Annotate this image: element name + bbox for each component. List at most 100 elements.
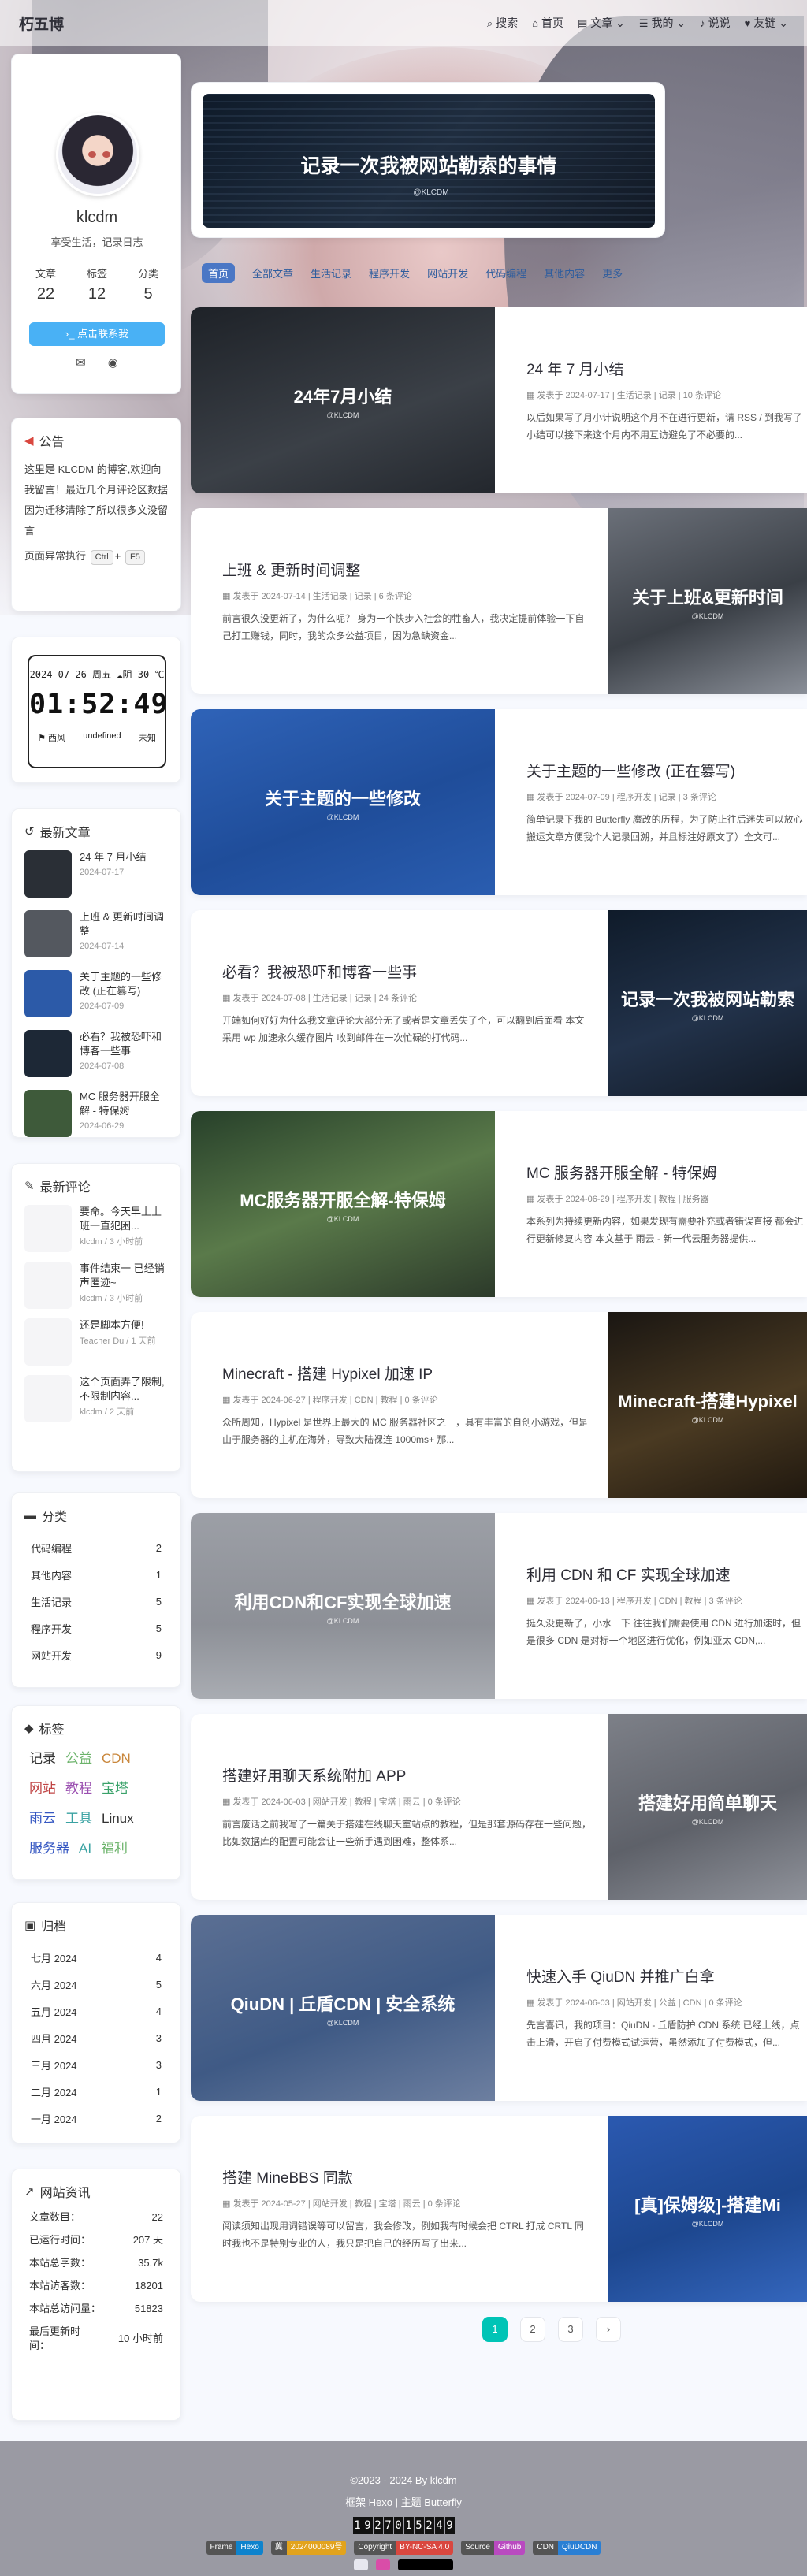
post-title[interactable]: 利用 CDN 和 CF 实现全球加速 (526, 1563, 807, 1585)
tag-item[interactable]: 记录 (29, 1747, 56, 1771)
tag-item[interactable]: 宝塔 (102, 1777, 128, 1801)
post-cover-image[interactable]: 记录一次我被网站勒索 @KLCDM (608, 910, 807, 1096)
post-cover-image[interactable]: QiuDN | 丘盾CDN | 安全系统 @KLCDM (191, 1915, 495, 2101)
post-title[interactable]: MC 服务器开服全解 - 特保姆 (526, 1162, 807, 1183)
tab-other[interactable]: 其他内容 (544, 266, 585, 281)
archive-item[interactable]: 五月 2024 4 (24, 1998, 168, 2024)
tab-more[interactable]: 更多 (602, 266, 623, 281)
site-brand[interactable]: 朽五博 (19, 13, 64, 34)
recent-post-item[interactable]: 24 年 7 月小结 2024-07-17 (24, 850, 168, 901)
tag-item[interactable]: 网站 (29, 1777, 56, 1801)
tag-item[interactable]: Linux (102, 1807, 134, 1831)
recent-post-item[interactable]: 关于主题的一些修改 (正在篡写) 2024-07-09 (24, 970, 168, 1020)
post-title[interactable]: 关于主题的一些修改 (正在篡写) (526, 760, 807, 781)
recent-post-item[interactable]: 必看？我被恐吓和博客一些事 2024-07-08 (24, 1030, 168, 1080)
tab-home[interactable]: 首页 (202, 263, 236, 283)
page-2[interactable]: 2 (520, 2317, 545, 2342)
tag-item[interactable]: 服务器 (29, 1837, 69, 1860)
post-cover-image[interactable]: Minecraft-搭建Hypixel @KLCDM (608, 1312, 807, 1498)
tag-item[interactable]: 雨云 (29, 1807, 56, 1831)
category-item[interactable]: 程序开发 5 (24, 1615, 168, 1641)
category-item[interactable]: 网站开发 9 (24, 1641, 168, 1668)
post-cover-image[interactable]: 搭建好用简单聊天 @KLCDM (608, 1714, 807, 1900)
footer-badge[interactable]: Source Github (461, 2541, 526, 2555)
comment-item[interactable]: 这个页面弄了限制,不限制内容... klcdm / 2 天前 (24, 1375, 168, 1422)
avatar[interactable] (56, 113, 139, 196)
footer-badge[interactable]: Copyright BY-NC-SA 4.0 (354, 2541, 454, 2555)
nav-search[interactable]: ⌕ 搜索 (487, 15, 518, 31)
post-cover-image[interactable]: 24年7月小结 @KLCDM (191, 307, 495, 493)
archive-item[interactable]: 六月 2024 5 (24, 1971, 168, 1998)
comment-item[interactable]: 要命。今天早上上班一直犯困... klcdm / 3 小时前 (24, 1205, 168, 1252)
heart-icon[interactable] (376, 2559, 390, 2570)
stat-articles[interactable]: 文章 22 (26, 266, 65, 303)
archive-item[interactable]: 一月 2024 2 (24, 2105, 168, 2132)
footer-badge[interactable]: Frame Hexo (206, 2541, 263, 2555)
nav-mine[interactable]: ☰ 我的 ⌄ (639, 15, 686, 31)
post-card[interactable]: 关于上班&更新时间 @KLCDM 上班 & 更新时间调整 ▦ 发表于 2024-07-… (191, 508, 807, 694)
post-cover-image[interactable]: MC服务器开服全解-特保姆 @KLCDM (191, 1111, 495, 1297)
footer-badge[interactable]: 冀 2024000089号 (270, 2541, 347, 2555)
post-cover-image[interactable]: [真]保姆级]-搭建Mi @KLCDM (608, 2116, 807, 2302)
tab-web-dev[interactable]: 网站开发 (427, 266, 468, 281)
tag-item[interactable]: 福利 (101, 1837, 128, 1860)
tag-item[interactable]: CDN (102, 1747, 131, 1771)
runtime-digit: 1 (352, 2517, 363, 2534)
archive-item[interactable]: 四月 2024 3 (24, 2024, 168, 2051)
tag-item[interactable]: 教程 (65, 1777, 92, 1801)
page-1[interactable]: 1 (482, 2317, 508, 2342)
post-title[interactable]: 必看？我被恐吓和博客一些事 (222, 961, 593, 982)
post-meta: ▦ 发表于 2024-06-03 | 网站开发 | 教程 | 宝塔 | 雨云 |… (222, 1797, 461, 1807)
stat-categories[interactable]: 分类 5 (128, 266, 168, 303)
post-cover-image[interactable]: 关于主题的一些修改 @KLCDM (191, 709, 495, 895)
post-card[interactable]: 24年7月小结 @KLCDM 24 年 7 月小结 ▦ 发表于 2024-07-17 … (191, 307, 807, 493)
stat-tags[interactable]: 标签 12 (77, 266, 117, 303)
category-item[interactable]: 代码编程 2 (24, 1534, 168, 1561)
archive-item[interactable]: 七月 2024 4 (24, 1944, 168, 1971)
post-card[interactable]: 利用CDN和CF实现全球加速 @KLCDM 利用 CDN 和 CF 实现全球加速 ▦ … (191, 1513, 807, 1699)
post-title[interactable]: 搭建好用聊天系统附加 APP (222, 1764, 593, 1786)
post-card[interactable]: MC服务器开服全解-特保姆 @KLCDM MC 服务器开服全解 - 特保姆 ▦ 发表于… (191, 1111, 807, 1297)
nav-articles[interactable]: ▤ 文章 ⌄ (578, 15, 625, 31)
comment-item[interactable]: 事件结束一 已经销声匿迹~ klcdm / 3 小时前 (24, 1262, 168, 1309)
post-card[interactable]: 关于主题的一些修改 @KLCDM 关于主题的一些修改 (正在篡写) ▦ 发表于 202… (191, 709, 807, 895)
tab-coding[interactable]: 代码编程 (485, 266, 526, 281)
contact-button[interactable]: ›_ 点击联系我 (29, 322, 165, 346)
post-card[interactable]: 记录一次我被网站勒索 @KLCDM 必看？我被恐吓和博客一些事 ▦ 发表于 2024-… (191, 910, 807, 1096)
featured-post-carousel[interactable]: 记录一次我被网站勒索的事情 @KLCDM (191, 82, 665, 238)
comment-item[interactable]: 还是脚本方便! Teacher Du / 1 天前 (24, 1318, 168, 1366)
post-title[interactable]: 搭建 MineBBS 同款 (222, 2166, 593, 2188)
email-icon[interactable]: ✉ (76, 355, 86, 370)
footer-badge[interactable]: CDN QiuDCDN (533, 2541, 601, 2555)
post-title[interactable]: Minecraft - 搭建 Hypixel 加速 IP (222, 1362, 593, 1384)
post-title[interactable]: 快速入手 QiuDN 并推广白拿 (526, 1965, 807, 1987)
post-title[interactable]: 24 年 7 月小结 (526, 358, 807, 379)
archive-item[interactable]: 三月 2024 3 (24, 2051, 168, 2078)
tag-item[interactable]: 公益 (65, 1747, 92, 1771)
nav-talk[interactable]: ♪ 说说 (700, 15, 731, 31)
nav-links[interactable]: ♥ 友链 ⌄ (745, 15, 788, 31)
recent-post-item[interactable]: MC 服务器开服全解 - 特保姆 2024-06-29 (24, 1090, 168, 1140)
post-title[interactable]: 上班 & 更新时间调整 (222, 559, 593, 580)
tab-life[interactable]: 生活记录 (311, 266, 351, 281)
post-card[interactable]: 搭建好用简单聊天 @KLCDM 搭建好用聊天系统附加 APP ▦ 发表于 2024-0… (191, 1714, 807, 1900)
tab-programming[interactable]: 程序开发 (369, 266, 410, 281)
rss-icon[interactable]: ◉ (108, 355, 118, 370)
recent-post-item[interactable]: 上班 & 更新时间调整 2024-07-14 (24, 910, 168, 961)
next-page-button[interactable]: › (596, 2317, 621, 2342)
tag-item[interactable]: 工具 (65, 1807, 92, 1831)
post-card[interactable]: [真]保姆级]-搭建Mi @KLCDM 搭建 MineBBS 同款 ▦ 发表于 202… (191, 2116, 807, 2302)
nav-home[interactable]: ⌂ 首页 (532, 15, 563, 31)
post-cover-image[interactable]: 利用CDN和CF实现全球加速 @KLCDM (191, 1513, 495, 1699)
tab-all-articles[interactable]: 全部文章 (252, 266, 293, 281)
page-3[interactable]: 3 (558, 2317, 583, 2342)
post-card[interactable]: Minecraft-搭建Hypixel @KLCDM Minecraft - 搭建 … (191, 1312, 807, 1498)
tag-item[interactable]: AI (79, 1837, 91, 1860)
category-item[interactable]: 生活记录 5 (24, 1588, 168, 1615)
logo-icon[interactable] (398, 2559, 453, 2570)
archive-item[interactable]: 二月 2024 1 (24, 2078, 168, 2105)
site-icon[interactable] (354, 2559, 368, 2570)
category-item[interactable]: 其他内容 1 (24, 1561, 168, 1588)
post-card[interactable]: QiuDN | 丘盾CDN | 安全系统 @KLCDM 快速入手 QiuDN 并推广… (191, 1915, 807, 2101)
post-cover-image[interactable]: 关于上班&更新时间 @KLCDM (608, 508, 807, 694)
